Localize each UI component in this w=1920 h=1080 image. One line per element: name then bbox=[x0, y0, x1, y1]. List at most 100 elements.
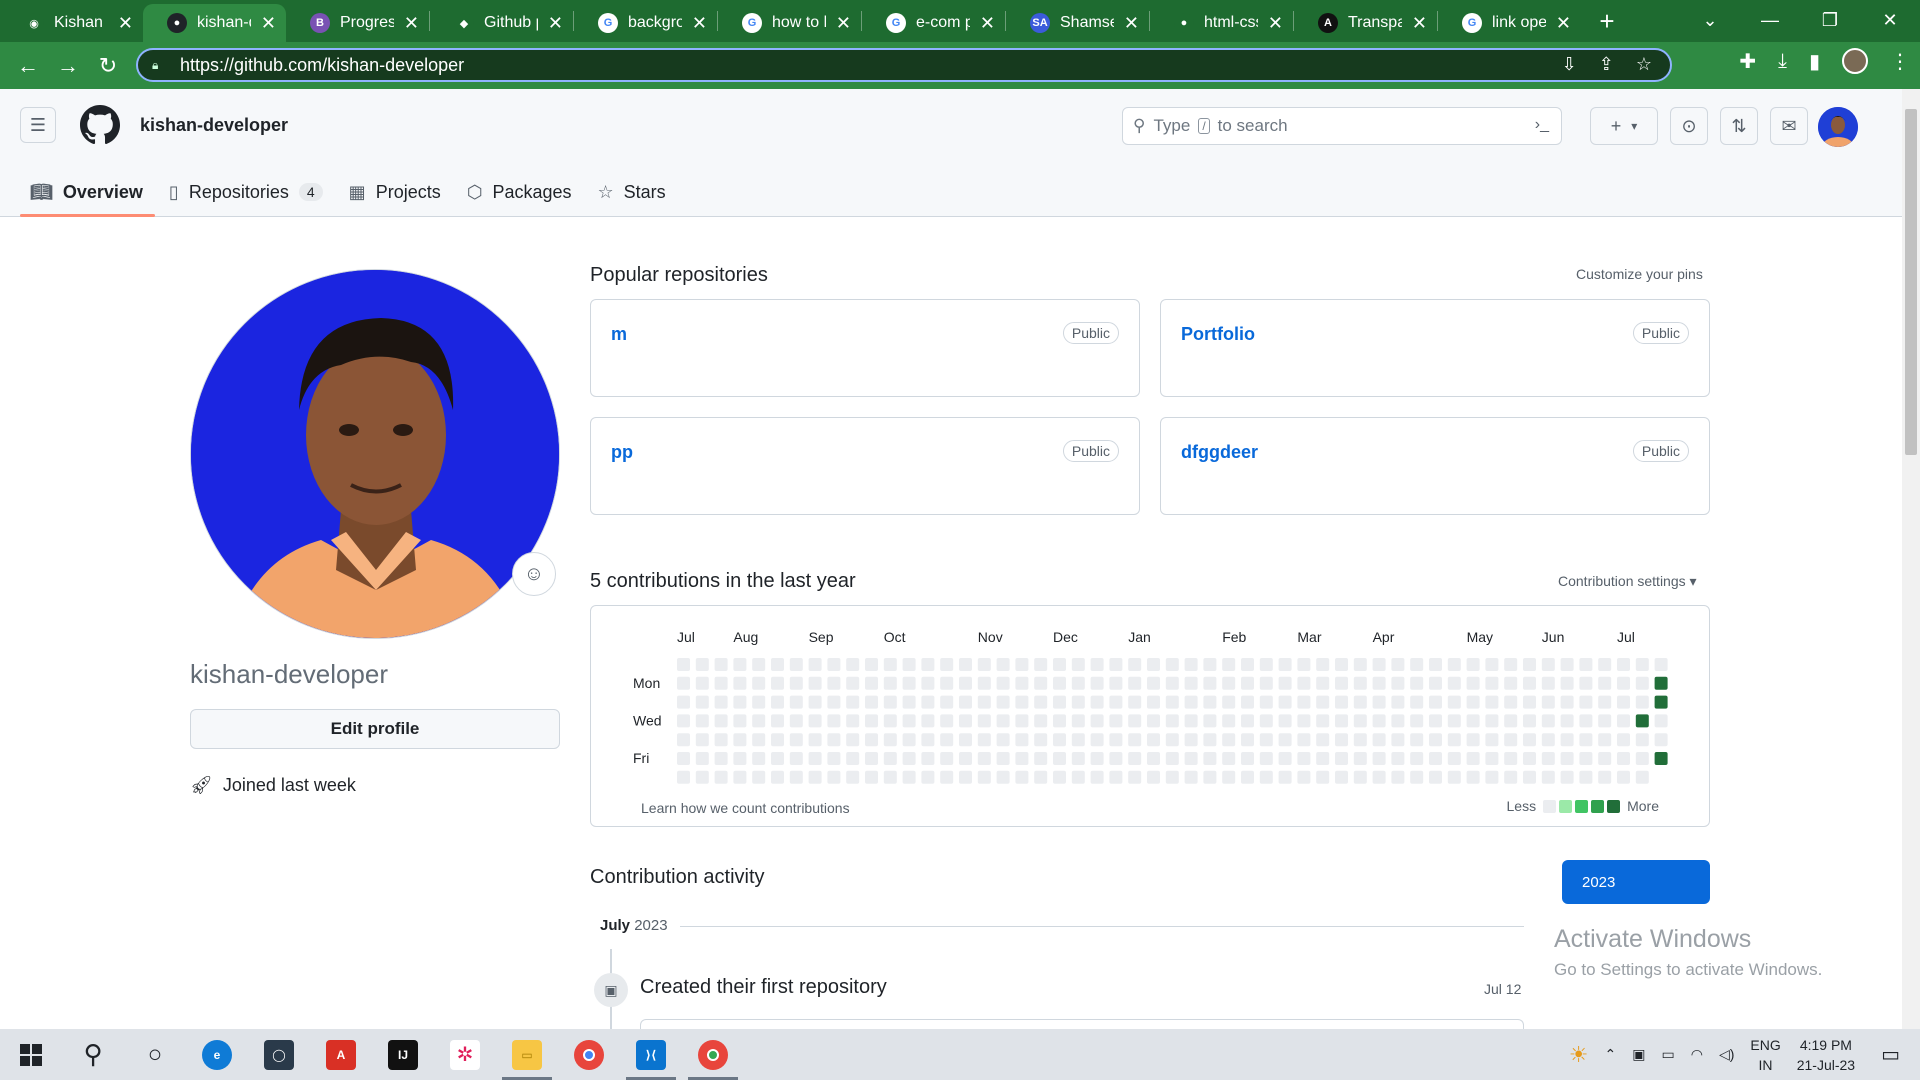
contribution-day-cell[interactable] bbox=[1598, 658, 1612, 671]
browser-tab[interactable]: ◉ Kishan ✕ bbox=[0, 4, 143, 42]
battery-icon[interactable]: ▭ bbox=[1661, 1046, 1674, 1063]
tab-close-icon[interactable]: ✕ bbox=[261, 13, 276, 34]
browser-tab[interactable]: Gbackgrou ✕ bbox=[574, 4, 717, 42]
contribution-day-cell[interactable] bbox=[1128, 714, 1142, 728]
contribution-day-cell[interactable] bbox=[1071, 770, 1085, 784]
contribution-day-cell[interactable] bbox=[1654, 676, 1668, 690]
contribution-day-cell[interactable] bbox=[1316, 733, 1330, 747]
contribution-day-cell[interactable] bbox=[1034, 676, 1048, 690]
contribution-day-cell[interactable] bbox=[1053, 676, 1066, 690]
contribution-day-cell[interactable] bbox=[1297, 714, 1311, 728]
contribution-day-cell[interactable] bbox=[940, 714, 954, 728]
contribution-day-cell[interactable] bbox=[1128, 676, 1142, 690]
contribution-day-cell[interactable] bbox=[883, 733, 897, 747]
tab-close-icon[interactable]: ✕ bbox=[1556, 13, 1571, 34]
contribution-day-cell[interactable] bbox=[827, 770, 841, 784]
intellij-icon[interactable]: IJ bbox=[372, 1029, 434, 1080]
contribution-day-cell[interactable] bbox=[1203, 695, 1217, 709]
contribution-day-cell[interactable] bbox=[1222, 695, 1236, 709]
contribution-day-cell[interactable] bbox=[1147, 658, 1160, 671]
tab-close-icon[interactable]: ✕ bbox=[836, 13, 851, 34]
contribution-day-cell[interactable] bbox=[1335, 658, 1348, 671]
contribution-day-cell[interactable] bbox=[883, 658, 897, 671]
contribution-day-cell[interactable] bbox=[1429, 714, 1442, 728]
contribution-day-cell[interactable] bbox=[1466, 733, 1480, 747]
contribution-day-cell[interactable] bbox=[1523, 658, 1536, 671]
contribution-day-cell[interactable] bbox=[1353, 752, 1367, 765]
contribution-day-cell[interactable] bbox=[959, 733, 972, 747]
contribution-day-cell[interactable] bbox=[789, 733, 803, 747]
contribution-day-cell[interactable] bbox=[883, 714, 897, 728]
contribution-day-cell[interactable] bbox=[1410, 676, 1424, 690]
tab-close-icon[interactable]: ✕ bbox=[118, 13, 133, 34]
contribution-day-cell[interactable] bbox=[1053, 752, 1066, 765]
contribution-day-cell[interactable] bbox=[1316, 752, 1330, 765]
chrome-icon[interactable] bbox=[558, 1029, 620, 1080]
contribution-day-cell[interactable] bbox=[1466, 752, 1480, 765]
contribution-day-cell[interactable] bbox=[1541, 658, 1555, 671]
contribution-day-cell[interactable] bbox=[921, 752, 935, 765]
contribution-day-cell[interactable] bbox=[1504, 733, 1518, 747]
contribution-day-cell[interactable] bbox=[1203, 770, 1217, 784]
contribution-day-cell[interactable] bbox=[771, 676, 784, 690]
contribution-day-cell[interactable] bbox=[1278, 695, 1292, 709]
contribution-day-cell[interactable] bbox=[846, 695, 860, 709]
contribution-day-cell[interactable] bbox=[1617, 676, 1630, 690]
contribution-day-cell[interactable] bbox=[1147, 770, 1160, 784]
contribution-day-cell[interactable] bbox=[902, 658, 916, 671]
contribution-day-cell[interactable] bbox=[1391, 714, 1405, 728]
contribution-day-cell[interactable] bbox=[1203, 752, 1217, 765]
contribution-day-cell[interactable] bbox=[865, 658, 878, 671]
contribution-day-cell[interactable] bbox=[1560, 658, 1574, 671]
contribution-day-cell[interactable] bbox=[959, 658, 972, 671]
contribution-day-cell[interactable] bbox=[1429, 770, 1442, 784]
contribution-day-cell[interactable] bbox=[996, 695, 1010, 709]
show-hidden-icons-icon[interactable]: ⌃ bbox=[1605, 1046, 1617, 1063]
contribution-day-cell[interactable] bbox=[1391, 752, 1405, 765]
contribution-day-cell[interactable] bbox=[1071, 695, 1085, 709]
tab-close-icon[interactable]: ✕ bbox=[1124, 13, 1139, 34]
contribution-day-cell[interactable] bbox=[1222, 676, 1236, 690]
share-icon[interactable]: ⇪ bbox=[1599, 54, 1614, 75]
year-2023-button[interactable]: 2023 bbox=[1562, 860, 1710, 904]
contribution-day-cell[interactable] bbox=[827, 695, 841, 709]
contribution-day-cell[interactable] bbox=[1109, 658, 1123, 671]
contribution-day-cell[interactable] bbox=[1165, 752, 1179, 765]
contribution-day-cell[interactable] bbox=[1241, 752, 1254, 765]
contribution-day-cell[interactable] bbox=[1523, 770, 1536, 784]
contribution-day-cell[interactable] bbox=[1598, 752, 1612, 765]
contribution-day-cell[interactable] bbox=[959, 770, 972, 784]
contribution-day-cell[interactable] bbox=[1429, 752, 1442, 765]
contribution-day-cell[interactable] bbox=[1485, 714, 1499, 728]
windows-start-icon[interactable] bbox=[0, 1029, 62, 1080]
contribution-day-cell[interactable] bbox=[1447, 658, 1461, 671]
repo-name-link[interactable]: dfggdeer bbox=[1181, 442, 1258, 463]
contribution-day-cell[interactable] bbox=[677, 714, 690, 728]
tab-close-icon[interactable]: ✕ bbox=[692, 13, 707, 34]
contribution-day-cell[interactable] bbox=[1297, 676, 1311, 690]
contribution-day-cell[interactable] bbox=[771, 752, 784, 765]
contribution-day-cell[interactable] bbox=[846, 733, 860, 747]
contribution-day-cell[interactable] bbox=[1335, 714, 1348, 728]
contribution-day-cell[interactable] bbox=[1090, 695, 1104, 709]
contribution-day-cell[interactable] bbox=[808, 733, 822, 747]
chrome-menu-icon[interactable]: ⋮ bbox=[1890, 49, 1910, 74]
contribution-day-cell[interactable] bbox=[1297, 752, 1311, 765]
contribution-day-cell[interactable] bbox=[1353, 714, 1367, 728]
contribution-day-cell[interactable] bbox=[1203, 714, 1217, 728]
contribution-day-cell[interactable] bbox=[1598, 676, 1612, 690]
contribution-day-cell[interactable] bbox=[1635, 695, 1649, 709]
contribution-day-cell[interactable] bbox=[695, 752, 709, 765]
contribution-day-cell[interactable] bbox=[1128, 770, 1142, 784]
contribution-day-cell[interactable] bbox=[714, 676, 728, 690]
alexa-icon[interactable]: ◯ bbox=[248, 1029, 310, 1080]
contribution-day-cell[interactable] bbox=[921, 733, 935, 747]
contribution-day-cell[interactable] bbox=[1372, 733, 1386, 747]
contribution-day-cell[interactable] bbox=[865, 676, 878, 690]
contribution-day-cell[interactable] bbox=[902, 714, 916, 728]
contribution-day-cell[interactable] bbox=[1429, 733, 1442, 747]
language-indicator[interactable]: ENG IN bbox=[1750, 1035, 1780, 1075]
contribution-day-cell[interactable] bbox=[1128, 752, 1142, 765]
contribution-day-cell[interactable] bbox=[865, 752, 878, 765]
contribution-day-cell[interactable] bbox=[1109, 733, 1123, 747]
